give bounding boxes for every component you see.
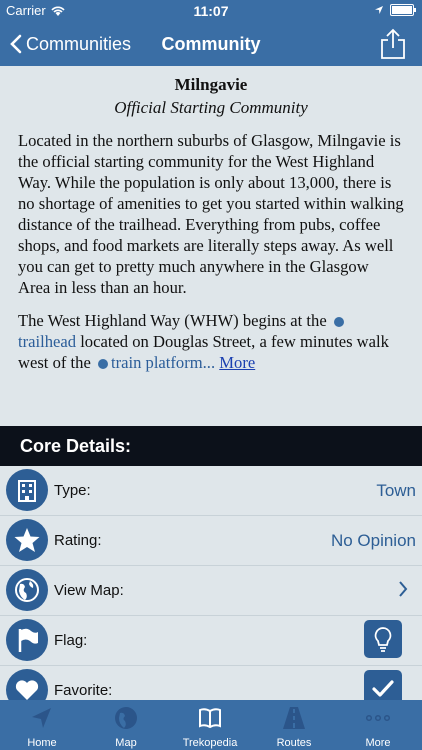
article-subheading: Official Starting Community bbox=[114, 98, 308, 117]
section-header: Core Details: bbox=[0, 426, 422, 466]
detail-label: Rating: bbox=[54, 532, 102, 549]
battery-icon bbox=[390, 4, 416, 16]
chevron-right-icon bbox=[399, 581, 408, 597]
detail-label: Flag: bbox=[54, 632, 88, 649]
article-heading: Milngavie bbox=[174, 75, 248, 94]
article-paragraph-2: The West Highland Way (WHW) begins at th… bbox=[18, 311, 389, 372]
road-icon bbox=[283, 707, 305, 729]
detail-row-rating[interactable]: Rating: No Opinion bbox=[0, 516, 422, 566]
waypoint-dot-icon bbox=[333, 316, 344, 327]
navigation-bar: Communities Community bbox=[0, 22, 422, 66]
status-bar: Carrier 11:07 bbox=[0, 0, 422, 22]
details-list: Type: Town Rating: No Opinion View Map: … bbox=[0, 466, 422, 716]
waypoint-dot-icon bbox=[97, 358, 108, 369]
tab-home[interactable]: Home bbox=[0, 700, 84, 750]
share-icon[interactable] bbox=[378, 28, 408, 60]
trailhead-link[interactable]: trailhead bbox=[18, 332, 76, 351]
lightbulb-icon bbox=[374, 627, 392, 652]
detail-row-view-map[interactable]: View Map: bbox=[0, 566, 422, 616]
globe-icon bbox=[6, 569, 48, 611]
star-icon bbox=[6, 519, 48, 561]
page-title: Community bbox=[161, 34, 261, 54]
flag-toggle-button[interactable] bbox=[364, 620, 402, 658]
detail-value: No Opinion bbox=[330, 531, 416, 550]
globe-icon bbox=[115, 707, 137, 729]
clock: 11:07 bbox=[193, 3, 229, 19]
detail-label: Type: bbox=[54, 482, 91, 499]
tab-bar: Home Map Trekopedia Routes More bbox=[0, 700, 422, 750]
building-icon bbox=[6, 469, 48, 511]
detail-row-type[interactable]: Type: Town bbox=[0, 466, 422, 516]
detail-row-flag[interactable]: Flag: bbox=[0, 616, 422, 666]
detail-value: Town bbox=[376, 481, 416, 500]
tab-more[interactable]: More bbox=[336, 700, 420, 750]
detail-label: View Map: bbox=[54, 582, 124, 599]
tab-map[interactable]: Map bbox=[84, 700, 168, 750]
tab-trekopedia[interactable]: Trekopedia bbox=[168, 700, 252, 750]
flag-icon bbox=[6, 619, 48, 661]
navigation-arrow-icon bbox=[32, 708, 51, 728]
article-content: Milngavie Official Starting Community Lo… bbox=[0, 66, 422, 426]
train-platform-link[interactable]: train platform... bbox=[111, 353, 215, 372]
more-dots-icon bbox=[365, 714, 391, 722]
tab-routes[interactable]: Routes bbox=[252, 700, 336, 750]
more-link[interactable]: More bbox=[219, 353, 255, 372]
location-arrow-icon bbox=[375, 6, 383, 14]
article-paragraph: Located in the northern suburbs of Glasg… bbox=[18, 131, 404, 297]
book-icon bbox=[199, 708, 221, 729]
